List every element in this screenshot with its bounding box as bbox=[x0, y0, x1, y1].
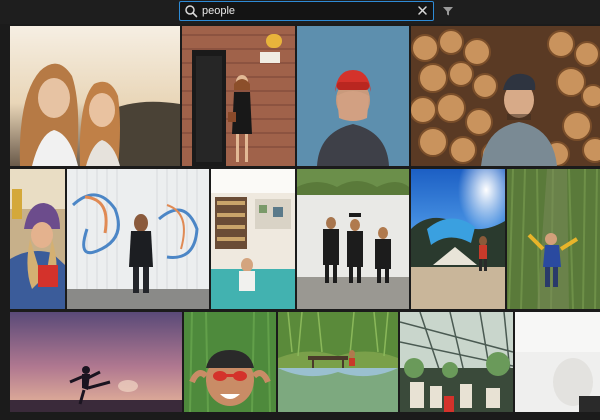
photo-tile[interactable] bbox=[67, 169, 209, 309]
photo-silhouette-kick-dusk bbox=[10, 312, 182, 412]
photo-greenhouse-market bbox=[400, 312, 513, 412]
close-icon[interactable] bbox=[417, 5, 428, 16]
photo-tile[interactable] bbox=[400, 312, 513, 412]
photo-tile[interactable] bbox=[411, 169, 505, 309]
search-input[interactable] bbox=[202, 3, 402, 19]
search-box[interactable] bbox=[179, 1, 434, 21]
magnifier-icon bbox=[185, 5, 198, 18]
photo-man-red-beanie-blue-wall bbox=[297, 26, 409, 166]
photo-cafe-interior bbox=[211, 169, 295, 309]
photo-person-lying-grass bbox=[507, 169, 600, 309]
photo-park-reflection bbox=[278, 312, 398, 412]
filter-icon[interactable] bbox=[442, 5, 454, 17]
photo-two-women-sunset bbox=[10, 26, 180, 166]
photo-tile[interactable] bbox=[10, 26, 180, 166]
photo-grid bbox=[0, 0, 600, 420]
photo-tile[interactable] bbox=[411, 26, 600, 166]
photo-man-red-glasses-grass bbox=[184, 312, 276, 412]
photo-woman-purple-beanie bbox=[10, 169, 65, 309]
photo-tile[interactable] bbox=[184, 312, 276, 412]
photo-tile[interactable] bbox=[278, 312, 398, 412]
photo-tile[interactable] bbox=[211, 169, 295, 309]
photo-white-tile bbox=[515, 312, 600, 412]
photo-tile[interactable] bbox=[297, 26, 409, 166]
photo-tile[interactable] bbox=[515, 312, 600, 412]
photo-tile[interactable] bbox=[182, 26, 295, 166]
photo-tile[interactable] bbox=[10, 312, 182, 412]
photo-tent-blue-sky bbox=[411, 169, 505, 309]
photo-man-graffiti-wall bbox=[67, 169, 209, 309]
photo-tile[interactable] bbox=[507, 169, 600, 309]
photo-tile[interactable] bbox=[297, 169, 409, 309]
photo-group-white-wall bbox=[297, 169, 409, 309]
photo-man-logs-stack bbox=[411, 26, 600, 166]
photo-search-app bbox=[0, 0, 600, 420]
photo-tile[interactable] bbox=[10, 169, 65, 309]
top-bar bbox=[0, 0, 600, 24]
photo-woman-black-door-116 bbox=[182, 26, 295, 166]
